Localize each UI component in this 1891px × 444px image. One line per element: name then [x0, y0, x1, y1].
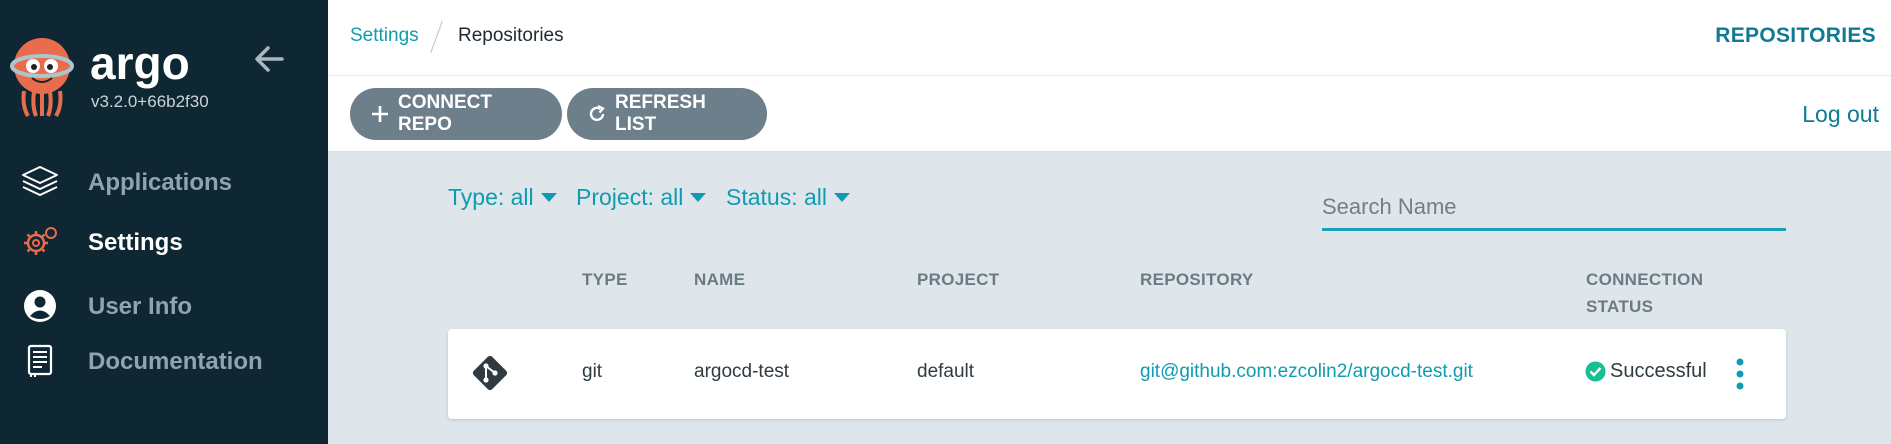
version-label: v3.2.0+66b2f30 [91, 92, 209, 111]
sidebar-item-documentation[interactable]: Documentation [0, 336, 328, 386]
chevron-down-icon [834, 193, 850, 202]
chevron-down-icon [690, 193, 707, 202]
sidebar-item-label: Applications [88, 169, 233, 196]
status-filter-label: Status: all [726, 184, 827, 210]
type-filter[interactable]: Type: all [448, 184, 557, 211]
refresh-icon [587, 104, 607, 124]
git-icon [470, 353, 510, 393]
cell-name: argocd-test [694, 361, 790, 382]
brand-name: argo [90, 37, 190, 89]
sidebar-item-settings[interactable]: Settings [0, 217, 328, 267]
sidebar-item-user-info[interactable]: User Info [0, 281, 328, 331]
project-filter[interactable]: Project: all [576, 184, 707, 211]
sidebar-item-label: Documentation [88, 348, 263, 375]
layers-icon [20, 165, 60, 199]
sidebar-item-label: Settings [88, 229, 183, 256]
refresh-list-label: REFRESH LIST [615, 92, 706, 135]
cell-project: default [917, 361, 975, 382]
breadcrumb-separator [430, 20, 443, 54]
type-filter-label: Type: all [448, 184, 534, 210]
connection-status: Successful [1585, 360, 1707, 383]
cell-repository-link[interactable]: git@github.com:ezcolin2/argocd-test.git [1140, 361, 1473, 383]
sidebar-item-label: User Info [88, 293, 193, 320]
column-header-repository: REPOSITORY [1140, 270, 1254, 289]
status-text: Successful [1610, 360, 1707, 382]
page-title: REPOSITORIES [1715, 24, 1876, 47]
sidebar-item-applications[interactable]: Applications [0, 157, 328, 207]
column-header-type: TYPE [582, 270, 628, 289]
breadcrumb-repositories: Repositories [458, 25, 564, 46]
refresh-list-button[interactable]: REFRESH LIST [567, 88, 767, 140]
connect-repo-label: CONNECT REPO [398, 92, 492, 135]
check-circle-icon [1585, 361, 1606, 382]
user-icon [20, 289, 60, 323]
plus-icon [370, 104, 390, 124]
column-header-line-2: STATUS [1586, 297, 1654, 316]
gear-icon [20, 225, 60, 259]
toolbar: CONNECT REPO REFRESH LIST Log out [328, 76, 1891, 152]
argo-logo-icon [10, 36, 74, 118]
collapse-arrow-icon[interactable] [252, 44, 286, 74]
logout-link[interactable]: Log out [1802, 101, 1879, 128]
table-row[interactable]: git argocd-test default git@github.com:e… [448, 329, 1786, 419]
breadcrumb-settings[interactable]: Settings [350, 25, 419, 47]
status-filter[interactable]: Status: all [726, 184, 850, 211]
top-bar: Settings Repositories REPOSITORIES [328, 0, 1891, 76]
column-header-line-1: CONNECTION [1586, 270, 1704, 289]
connect-repo-button[interactable]: CONNECT REPO [350, 88, 562, 140]
project-filter-label: Project: all [576, 184, 684, 210]
book-icon [20, 344, 60, 378]
sidebar: argo v3.2.0+66b2f30 Applications Setting… [0, 0, 328, 444]
more-options-icon[interactable] [1732, 357, 1748, 391]
column-header-connection-status: CONNECTION STATUS [1586, 266, 1703, 320]
search-input[interactable] [1322, 186, 1786, 231]
column-header-project: PROJECT [917, 270, 1000, 289]
column-header-name: NAME [694, 270, 746, 289]
chevron-down-icon [540, 193, 557, 202]
cell-type: git [582, 361, 603, 382]
